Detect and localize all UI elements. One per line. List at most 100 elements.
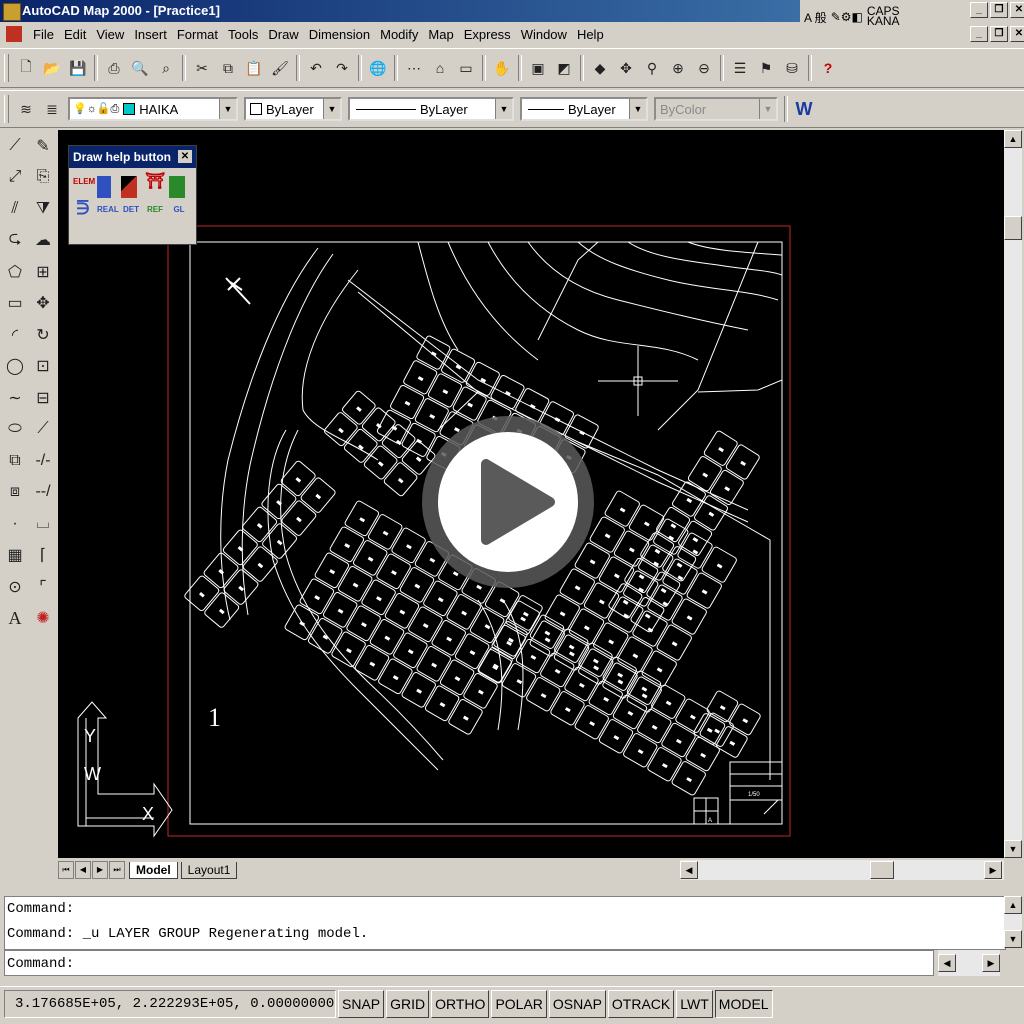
play-button-icon[interactable] — [420, 414, 596, 590]
ime-mode-label[interactable]: A 般 — [804, 9, 827, 26]
layers-icon[interactable]: ≣ — [41, 98, 63, 120]
chevron-down-icon[interactable]: ▼ — [495, 99, 512, 119]
menu-map[interactable]: Map — [423, 27, 458, 42]
arc-icon[interactable]: ◜ — [2, 319, 28, 351]
minimize-icon[interactable]: _ — [970, 2, 988, 18]
lengthen-icon[interactable]: ⟋ — [30, 414, 56, 446]
redo-icon[interactable]: ↷ — [331, 57, 353, 79]
stretch-icon[interactable]: ⊟ — [30, 382, 56, 414]
next-tab-icon[interactable]: ▶ — [92, 861, 108, 879]
viewport-icon[interactable]: ◩ — [553, 57, 575, 79]
scroll-down-icon[interactable]: ▼ — [1004, 840, 1022, 858]
offset-icon[interactable]: ☁ — [30, 225, 56, 257]
construction-line-icon[interactable]: ⤢ — [2, 162, 28, 194]
print-preview-icon[interactable]: 🔍 — [129, 57, 151, 79]
color-dropdown[interactable]: ByLayer ▼ — [244, 97, 342, 121]
w-icon[interactable]: W — [793, 98, 815, 120]
snap-toggle[interactable]: SNAP — [338, 990, 385, 1018]
lwt-toggle[interactable]: LWT — [676, 990, 713, 1018]
design-center-icon[interactable]: ⚑ — [755, 57, 777, 79]
region-icon[interactable]: ⊙ — [2, 571, 28, 603]
command-hscroll[interactable]: ◀ ▶ — [938, 950, 1000, 976]
osnap-toggle[interactable]: OSNAP — [548, 990, 606, 1018]
menu-express[interactable]: Express — [459, 27, 516, 42]
tab-model[interactable]: Model — [129, 861, 178, 879]
properties-icon[interactable]: ☰ — [729, 57, 751, 79]
vertical-scroll-thumb[interactable] — [1004, 216, 1022, 240]
cut-icon[interactable]: ✂ — [191, 57, 213, 79]
horizontal-scrollbar[interactable]: ◀ ▶ — [680, 860, 1004, 880]
3d-orbit-icon[interactable]: ◆ — [589, 57, 611, 79]
menu-dimension[interactable]: Dimension — [304, 27, 375, 42]
model-toggle[interactable]: MODEL — [714, 990, 773, 1018]
trim-icon[interactable]: -/- — [30, 445, 56, 477]
polygon-icon[interactable]: ⬠ — [2, 256, 28, 288]
doc-restore-icon[interactable]: ❐ — [990, 26, 1008, 42]
circle-icon[interactable]: ◯ — [2, 351, 28, 383]
multiline-text-icon[interactable]: A — [2, 603, 28, 635]
extend-icon[interactable]: --/ — [30, 477, 56, 509]
fillet-icon[interactable]: ⌜ — [30, 571, 56, 603]
floor-icon[interactable] — [169, 176, 185, 198]
spline-icon[interactable]: ∼ — [2, 382, 28, 414]
menu-tools[interactable]: Tools — [223, 27, 263, 42]
zoom-window-icon[interactable]: ⊕ — [667, 57, 689, 79]
horizontal-scroll-thumb[interactable] — [870, 861, 894, 879]
stairs-icon[interactable] — [121, 176, 137, 198]
move-icon[interactable]: ✥ — [30, 288, 56, 320]
menu-window[interactable]: Window — [516, 27, 572, 42]
ucs-icon[interactable]: ⌂ — [429, 57, 451, 79]
paste-icon[interactable]: 📋 — [243, 57, 265, 79]
undo-icon[interactable]: ↶ — [305, 57, 327, 79]
wall-icon[interactable]: ⋽ — [73, 202, 93, 226]
ortho-toggle[interactable]: ORTHO — [431, 990, 490, 1018]
erase-icon[interactable]: ✎ — [30, 130, 56, 162]
menu-edit[interactable]: Edit — [59, 27, 91, 42]
explode-icon[interactable]: ✺ — [30, 603, 56, 635]
column-icon[interactable] — [97, 176, 111, 198]
scroll-left-icon[interactable]: ◀ — [680, 861, 698, 879]
menu-format[interactable]: Format — [172, 27, 223, 42]
browse-web-icon[interactable]: 🌐 — [367, 57, 389, 79]
polar-toggle[interactable]: POLAR — [491, 990, 547, 1018]
osnap-icon[interactable]: ⋯ — [403, 57, 425, 79]
doc-minimize-icon[interactable]: _ — [970, 26, 988, 42]
cmd-scroll-down-icon[interactable]: ▼ — [1004, 930, 1022, 948]
tab-layout1[interactable]: Layout1 — [180, 861, 238, 879]
lineweight-dropdown[interactable]: ByLayer ▼ — [520, 97, 648, 121]
polyline-icon[interactable]: ⮎ — [2, 225, 28, 257]
break-icon[interactable]: ⌴ — [30, 508, 56, 540]
chevron-down-icon[interactable]: ▼ — [323, 99, 340, 119]
doc-close-icon[interactable]: ✕ — [1010, 26, 1024, 42]
prev-tab-icon[interactable]: ◀ — [75, 861, 91, 879]
ime-tool-icon[interactable]: ✎⚙◧ — [831, 10, 863, 24]
linetype-dropdown[interactable]: ByLayer ▼ — [348, 97, 514, 121]
cmd-scroll-up-icon[interactable]: ▲ — [1004, 896, 1022, 914]
command-scrollbar[interactable]: ▲ ▼ — [1004, 896, 1022, 948]
point-icon[interactable]: · — [2, 508, 28, 540]
gl-button[interactable]: GL — [169, 204, 189, 226]
otrack-toggle[interactable]: OTRACK — [607, 990, 675, 1018]
last-tab-icon[interactable]: ⏭ — [109, 861, 125, 879]
named-views-icon[interactable]: ▣ — [527, 57, 549, 79]
zoom-realtime-icon[interactable]: ⚲ — [641, 57, 663, 79]
chamfer-icon[interactable]: ⌈ — [30, 540, 56, 572]
pan-icon[interactable]: ✥ — [615, 57, 637, 79]
layer-dropdown[interactable]: 💡☼🔓⎙ HAIKA ▼ — [68, 97, 238, 121]
palette-title-bar[interactable]: Draw help button ✕ — [69, 146, 196, 168]
autocad-app-icon[interactable] — [3, 3, 21, 21]
insert-block-icon[interactable]: ⧉ — [2, 445, 28, 477]
rectangle-icon[interactable]: ▭ — [2, 288, 28, 320]
mirror-icon[interactable]: ⧩ — [30, 193, 56, 225]
print-icon[interactable]: ⎙ — [103, 57, 125, 79]
chevron-down-icon[interactable]: ▼ — [219, 99, 236, 119]
make-block-icon[interactable]: ⧈ — [2, 477, 28, 509]
menu-draw[interactable]: Draw — [263, 27, 303, 42]
det-button[interactable]: DET — [121, 204, 141, 226]
restore-icon[interactable]: ❐ — [990, 2, 1008, 18]
menu-view[interactable]: View — [91, 27, 129, 42]
hatch-icon[interactable]: ▦ — [2, 540, 28, 572]
find-icon[interactable]: ⌕ — [155, 57, 177, 79]
save-icon[interactable]: 💾 — [67, 57, 89, 79]
ref-button[interactable]: REF — [145, 204, 165, 226]
